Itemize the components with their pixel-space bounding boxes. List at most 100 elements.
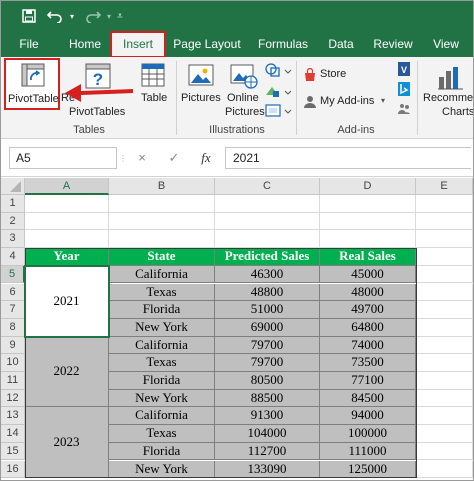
redo-dropdown-icon[interactable]: ▾: [105, 5, 113, 27]
table-cell[interactable]: Florida: [109, 372, 215, 390]
row-header-6[interactable]: 6: [1, 283, 25, 302]
table-cell[interactable]: 94000: [320, 407, 416, 426]
tab-home[interactable]: Home: [63, 31, 107, 57]
pivottable-button[interactable]: PivotTable: [4, 58, 60, 110]
table-cell[interactable]: 111000: [320, 442, 416, 461]
cancel-entry-icon[interactable]: ×: [133, 147, 151, 169]
undo-dropdown-icon[interactable]: ▾: [67, 5, 77, 27]
grid-cell[interactable]: [416, 283, 473, 302]
table-cell[interactable]: 84500: [320, 389, 416, 408]
row-header-7[interactable]: 7: [1, 301, 25, 319]
table-cell[interactable]: Florida: [109, 442, 215, 461]
table-cell[interactable]: 48800: [215, 283, 320, 302]
table-cell[interactable]: 45000: [320, 265, 416, 284]
screenshot-icon[interactable]: [264, 103, 292, 122]
grid-cell[interactable]: [25, 195, 109, 213]
save-icon[interactable]: [19, 5, 39, 27]
table-cell[interactable]: Texas: [109, 354, 215, 372]
row-header-16[interactable]: 16: [1, 460, 25, 479]
table-cell[interactable]: 74000: [320, 336, 416, 355]
grid-cell[interactable]: [416, 425, 473, 443]
recommended-charts-button[interactable]: Recommen Charts: [420, 59, 473, 121]
grid-cell[interactable]: [416, 301, 473, 319]
grid-cell[interactable]: [109, 195, 215, 213]
tab-formulas[interactable]: Formulas: [253, 31, 313, 57]
people-graph-icon[interactable]: [397, 102, 411, 119]
select-all-corner[interactable]: [1, 178, 25, 195]
row-header-1[interactable]: 1: [1, 195, 25, 213]
row-header-13[interactable]: 13: [1, 407, 25, 426]
grid-cell[interactable]: [25, 230, 109, 249]
column-header-b[interactable]: B: [109, 178, 215, 195]
smartart-icon[interactable]: [264, 83, 292, 104]
grid-cell[interactable]: [416, 212, 473, 231]
grid-cell[interactable]: [320, 212, 416, 231]
grid-cell[interactable]: [416, 460, 473, 479]
redo-icon[interactable]: [83, 5, 103, 27]
grid-cell[interactable]: [215, 212, 320, 231]
table-cell[interactable]: New York: [109, 389, 215, 408]
column-header-e[interactable]: E: [416, 178, 473, 195]
my-addins-dropdown-icon[interactable]: ▾: [381, 96, 385, 105]
table-cell[interactable]: 51000: [215, 301, 320, 319]
table-cell[interactable]: 80500: [215, 372, 320, 390]
my-addins-button[interactable]: My Add-ins ▾: [301, 94, 393, 112]
table-cell[interactable]: 46300: [215, 265, 320, 284]
customize-qat-icon[interactable]: ⩡: [113, 5, 127, 27]
column-header-d[interactable]: D: [320, 178, 416, 195]
row-header-11[interactable]: 11: [1, 372, 25, 390]
table-cell[interactable]: Texas: [109, 425, 215, 443]
table-button[interactable]: Table: [137, 59, 169, 109]
year-merged-cell[interactable]: 2021: [25, 265, 109, 337]
grid-cell[interactable]: [320, 195, 416, 213]
table-cell[interactable]: 100000: [320, 425, 416, 443]
visio-icon[interactable]: V: [397, 61, 411, 80]
shapes-icon[interactable]: [264, 62, 292, 83]
name-box[interactable]: A5: [9, 147, 117, 169]
row-header-4[interactable]: 4: [1, 248, 25, 266]
row-header-8[interactable]: 8: [1, 318, 25, 337]
table-cell[interactable]: 77100: [320, 372, 416, 390]
table-cell[interactable]: 88500: [215, 389, 320, 408]
row-header-5[interactable]: 5: [1, 265, 25, 284]
table-cell[interactable]: 49700: [320, 301, 416, 319]
tab-page-layout[interactable]: Page Layout: [171, 31, 243, 57]
row-header-9[interactable]: 9: [1, 336, 25, 355]
table-cell[interactable]: 48000: [320, 283, 416, 302]
resize-handle-icon[interactable]: ⋮: [119, 154, 127, 164]
row-header-14[interactable]: 14: [1, 425, 25, 443]
table-cell[interactable]: 69000: [215, 318, 320, 337]
grid-cell[interactable]: [416, 248, 473, 266]
enter-entry-icon[interactable]: ✓: [165, 147, 183, 169]
online-pictures-button[interactable]: Online Pictures: [225, 59, 265, 119]
table-header-cell[interactable]: Predicted Sales: [215, 248, 320, 266]
table-cell[interactable]: Florida: [109, 301, 215, 319]
year-merged-cell[interactable]: 2023: [25, 407, 109, 479]
tab-review[interactable]: Review: [369, 31, 417, 57]
grid-cell[interactable]: [215, 230, 320, 249]
table-cell[interactable]: 79700: [215, 354, 320, 372]
table-cell[interactable]: California: [109, 265, 215, 284]
grid-cell[interactable]: [416, 195, 473, 213]
grid-cell[interactable]: [416, 318, 473, 337]
year-merged-cell[interactable]: 2022: [25, 336, 109, 408]
table-cell[interactable]: 112700: [215, 442, 320, 461]
grid-cell[interactable]: [416, 336, 473, 355]
table-cell[interactable]: 125000: [320, 460, 416, 479]
undo-icon[interactable]: [45, 5, 65, 27]
row-header-12[interactable]: 12: [1, 389, 25, 408]
grid-cell[interactable]: [416, 389, 473, 408]
grid-cell[interactable]: [25, 212, 109, 231]
grid-cell[interactable]: [109, 230, 215, 249]
store-button[interactable]: Store: [301, 67, 381, 85]
column-header-c[interactable]: C: [215, 178, 320, 195]
tab-file[interactable]: File: [11, 31, 47, 57]
table-cell[interactable]: 104000: [215, 425, 320, 443]
table-cell[interactable]: Texas: [109, 283, 215, 302]
formula-input[interactable]: 2021: [225, 147, 471, 169]
table-cell[interactable]: New York: [109, 318, 215, 337]
bing-maps-icon[interactable]: [397, 81, 411, 100]
grid-cell[interactable]: [109, 212, 215, 231]
grid-cell[interactable]: [416, 230, 473, 249]
row-header-2[interactable]: 2: [1, 212, 25, 231]
